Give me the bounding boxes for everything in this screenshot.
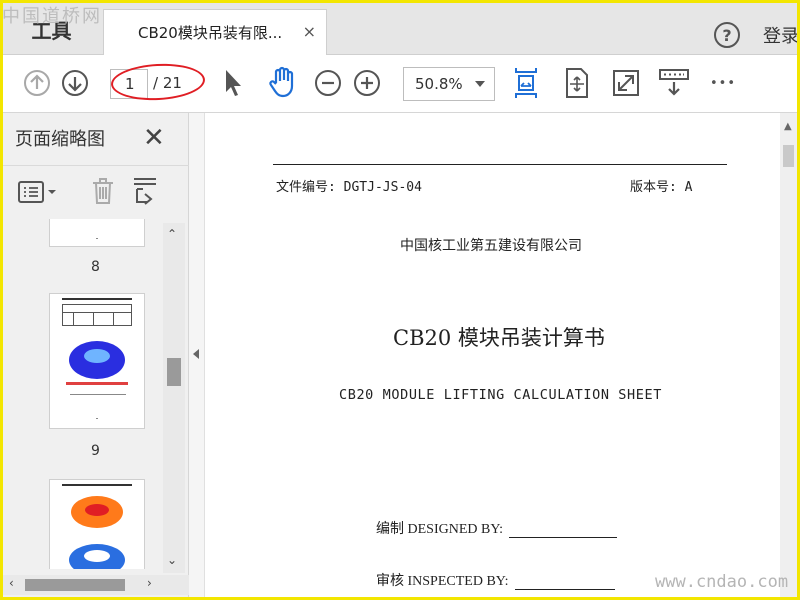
document-scrollbar[interactable]: ▲ [780,113,797,597]
close-tab-icon[interactable]: × [303,22,316,41]
thumb-caption [70,394,126,395]
arrow-down-icon [62,70,88,96]
document-scroll-thumb[interactable] [783,145,794,167]
panel-title: 页面缩略图 [15,129,105,150]
insert-page-icon [134,178,156,205]
thumbnail-page-9[interactable] [49,293,145,429]
thumbnail-label: 9 [91,443,100,459]
page-dot [96,238,98,239]
thumbnail-label: 8 [91,259,100,275]
document-tab-title: CB20模块吊装有限... [138,24,283,42]
designed-by-label: 编制 DESIGNED BY: [376,522,504,537]
close-panel-icon[interactable]: ✕ [143,123,165,153]
watermark-bottom: www.cndao.com [655,572,789,592]
designed-by-field: 编制 DESIGNED BY: [376,518,618,538]
header-rule [273,164,727,165]
thumb-fea-orange-ring [69,496,125,569]
zoom-select[interactable]: 50.8% [403,67,495,101]
trash-icon [93,178,113,204]
thumbnail-page-8[interactable] [49,219,145,247]
scroll-up-icon[interactable]: ⌃ [167,227,177,241]
panel-collapse-handle[interactable] [189,113,205,597]
list-options-icon [18,181,56,203]
signature-blank [514,578,615,590]
thumbnail-hscroll-thumb[interactable] [25,579,125,591]
document-number: 文件编号: DGTJ-JS-04 [276,180,422,195]
zoom-value: 50.8% [415,75,463,93]
document-title-cn: CB20 模块吊装计算书 [393,326,605,350]
page-dot [96,418,98,419]
thumbnail-options-button[interactable] [17,178,59,206]
tab-bar: 工具 CB20模块吊装有限... × [3,3,797,55]
thumbnail-list: 8 9 [3,219,163,569]
document-title-en: CB20 MODULE LIFTING CALCULATION SHEET [339,387,662,403]
expand-icon [613,70,639,96]
pointer-icon [226,70,241,96]
watermark-top: 中国道桥网 [2,6,102,27]
thumb-table [62,304,132,326]
zoom-out-icon [315,70,341,96]
scroll-left-icon[interactable]: ‹ [9,576,14,590]
keyboard-down-icon [659,69,689,96]
thumb-fea-blue-ring [66,341,128,385]
delete-page-button[interactable] [89,176,117,206]
read-mode-button[interactable] [657,67,691,99]
tab-document[interactable]: CB20模块吊装有限... × [103,9,327,55]
chevron-down-icon [475,81,485,87]
thumbnail-vertical-scrollbar[interactable] [163,223,185,573]
next-page-button[interactable] [61,69,89,97]
zoom-in-icon [354,70,380,96]
thumb-text-line [62,484,132,486]
document-version: 版本号: A [630,180,693,195]
prev-page-button[interactable] [23,69,51,97]
full-screen-button[interactable] [611,67,641,99]
help-icon[interactable]: ? [714,22,740,48]
login-button[interactable]: 登录 [763,22,799,48]
scroll-up-icon[interactable]: ▲ [784,121,792,132]
collapse-left-icon [193,349,199,359]
scroll-right-icon[interactable]: › [147,576,152,590]
panel-toolbar [3,165,189,217]
zoom-in-button[interactable] [353,69,381,97]
zoom-out-button[interactable] [314,69,342,97]
thumbnail-panel: 页面缩略图 ✕ 8 9 ⌃ ⌄ ‹ › [3,113,189,597]
fit-page-icon [566,68,588,98]
toolbar: 1 / 21 50.8% ••• [3,55,797,113]
annotation-ellipse [110,61,206,103]
select-tool-button[interactable] [221,67,247,99]
inspected-by-label: 审核 INSPECTED BY: [376,574,509,589]
signature-blank [509,526,618,538]
thumbnail-page-10[interactable] [49,479,145,569]
scroll-down-icon[interactable]: ⌄ [167,553,177,567]
hand-icon [269,66,294,98]
fit-page-button[interactable] [562,65,592,101]
arrow-up-icon [24,70,50,96]
thumb-text-line [62,298,132,300]
fit-width-icon [515,68,537,98]
more-options-icon[interactable]: ••• [707,69,739,97]
company-name: 中国核工业第五建设有限公司 [400,238,582,254]
insert-page-button[interactable] [130,176,160,206]
fit-width-button[interactable] [511,65,541,101]
thumbnail-scroll-thumb[interactable] [167,358,181,386]
inspected-by-field: 审核 INSPECTED BY: [376,570,615,590]
hand-tool-button[interactable] [266,65,298,99]
